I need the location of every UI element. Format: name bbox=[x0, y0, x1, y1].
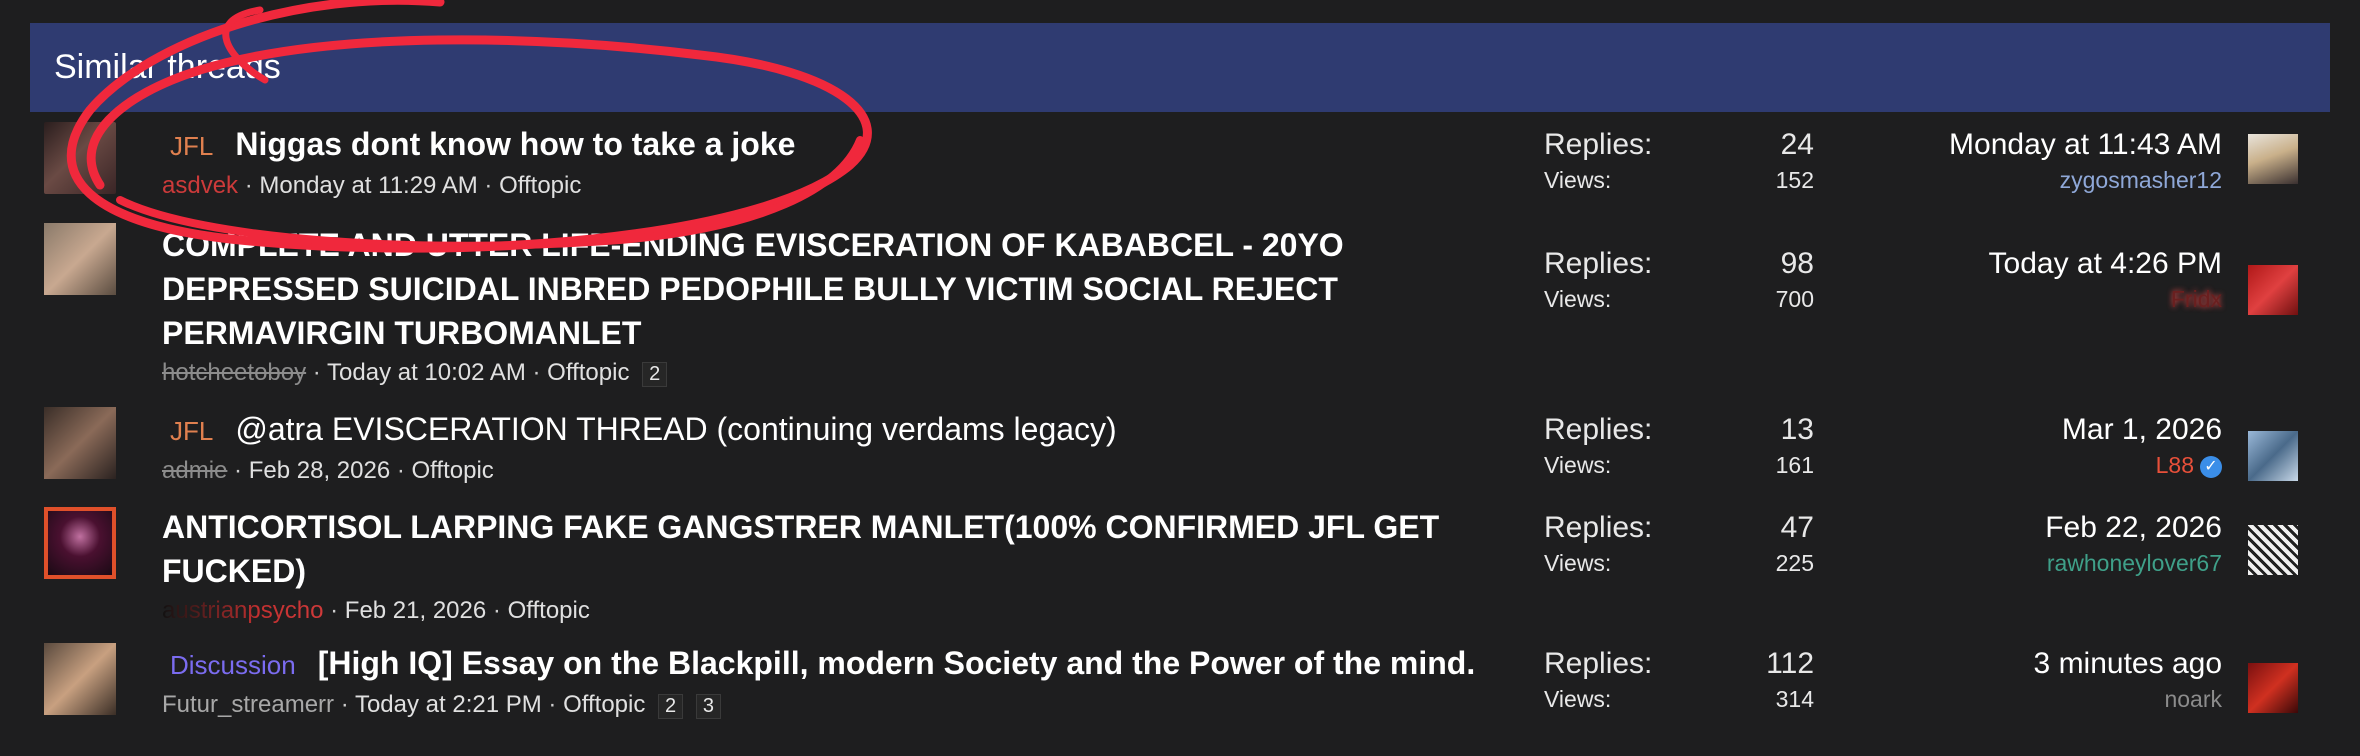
thread-start-date[interactable]: Today at 10:02 AM bbox=[327, 359, 526, 386]
replies-count: 47 bbox=[1780, 511, 1814, 544]
latest-post-user[interactable]: zygosmasher12 bbox=[1949, 164, 2222, 196]
latest-post-user[interactable]: rawhoneylover67 bbox=[2045, 547, 2222, 579]
similar-threads-block: Similar threads JFL Niggas dont know how … bbox=[30, 23, 2330, 719]
thread-row: ANTICORTISOL LARPING FAKE GANGSTRER MANL… bbox=[30, 505, 2330, 635]
latest-post: Today at 4:26 PM Fridx bbox=[1989, 245, 2222, 315]
thread-meta: hotcheetoboy · Today at 10:02 AM · Offto… bbox=[162, 359, 1344, 387]
thread-forum[interactable]: Offtopic bbox=[563, 691, 645, 718]
thread-stats: Replies: 47 Views: 225 bbox=[1544, 509, 1814, 579]
views-count: 314 bbox=[1775, 686, 1814, 712]
replies-label: Replies: bbox=[1544, 511, 1653, 544]
thread-stats: Replies: 98 Views: 700 bbox=[1544, 245, 1814, 315]
thread-start-date[interactable]: Feb 28, 2026 bbox=[249, 457, 390, 484]
thread-author[interactable]: hotcheetoboy bbox=[162, 359, 306, 386]
latest-post-date[interactable]: Today at 4:26 PM bbox=[1989, 245, 2222, 283]
thread-title-link[interactable]: Niggas dont know how to take a joke bbox=[235, 126, 795, 162]
views-count: 700 bbox=[1775, 286, 1814, 312]
thread-meta: asdvek · Monday at 11:29 AM · Offtopic bbox=[162, 172, 582, 199]
thread-title-line: JFL Niggas dont know how to take a joke bbox=[162, 122, 795, 168]
replies-count: 98 bbox=[1780, 247, 1814, 280]
views-count: 152 bbox=[1775, 167, 1814, 193]
latest-poster-avatar[interactable] bbox=[2248, 525, 2298, 575]
thread-author[interactable]: austrianpsycho bbox=[162, 597, 323, 624]
verified-check-icon: ✓ bbox=[2200, 455, 2222, 478]
latest-post-user-wrap: L88 ✓ bbox=[2062, 449, 2222, 481]
page-link[interactable]: 3 bbox=[695, 694, 721, 719]
latest-post: Feb 22, 2026 rawhoneylover67 bbox=[2045, 509, 2222, 579]
latest-post: Monday at 11:43 AM zygosmasher12 bbox=[1949, 126, 2222, 196]
replies-label: Replies: bbox=[1544, 647, 1653, 680]
avatar[interactable] bbox=[44, 223, 116, 295]
thread-forum[interactable]: Offtopic bbox=[547, 359, 629, 386]
views-count: 161 bbox=[1775, 452, 1814, 478]
page-link[interactable]: 2 bbox=[658, 694, 684, 719]
thread-author[interactable]: Futur_streamerr bbox=[162, 691, 334, 718]
thread-prefix[interactable]: JFL bbox=[162, 131, 221, 161]
replies-label: Replies: bbox=[1544, 247, 1653, 280]
thread-prefix[interactable]: Discussion bbox=[162, 650, 304, 680]
latest-post: Mar 1, 2026 L88 ✓ bbox=[2062, 411, 2222, 481]
thread-title-link[interactable]: @atra EVISCERATION THREAD (continuing ve… bbox=[235, 411, 1116, 447]
thread-forum[interactable]: Offtopic bbox=[412, 457, 494, 484]
thread-meta: Futur_streamerr · Today at 2:21 PM · Off… bbox=[162, 691, 1475, 719]
views-label: Views: bbox=[1544, 452, 1612, 478]
thread-meta: admie · Feb 28, 2026 · Offtopic bbox=[162, 457, 494, 484]
latest-post-date[interactable]: Feb 22, 2026 bbox=[2045, 509, 2222, 547]
avatar[interactable] bbox=[44, 122, 116, 194]
latest-post: 3 minutes ago noark bbox=[2034, 645, 2222, 715]
thread-start-date[interactable]: Feb 21, 2026 bbox=[345, 597, 486, 624]
thread-stats: Replies: 13 Views: 161 bbox=[1544, 411, 1814, 481]
replies-count: 13 bbox=[1780, 413, 1814, 446]
latest-poster-avatar[interactable] bbox=[2248, 134, 2298, 184]
thread-title-link[interactable]: COMPLETE AND UTTER LIFE-ENDING EVISCERAT… bbox=[162, 223, 1344, 355]
block-title: Similar threads bbox=[54, 48, 281, 86]
thread-forum[interactable]: Offtopic bbox=[508, 597, 590, 624]
page-link[interactable]: 2 bbox=[642, 362, 668, 387]
thread-author[interactable]: asdvek bbox=[162, 172, 238, 199]
thread-title-link[interactable]: ANTICORTISOL LARPING FAKE GANGSTRER MANL… bbox=[162, 505, 1439, 593]
latest-poster-avatar[interactable] bbox=[2248, 663, 2298, 713]
avatar[interactable] bbox=[44, 643, 116, 715]
views-label: Views: bbox=[1544, 686, 1612, 712]
views-label: Views: bbox=[1544, 286, 1612, 312]
avatar[interactable] bbox=[44, 407, 116, 479]
views-label: Views: bbox=[1544, 550, 1612, 576]
latest-post-date[interactable]: Monday at 11:43 AM bbox=[1949, 126, 2222, 164]
thread-row: JFL Niggas dont know how to take a joke a… bbox=[30, 112, 2330, 207]
latest-post-user[interactable]: L88 bbox=[2156, 452, 2194, 478]
replies-label: Replies: bbox=[1544, 128, 1653, 161]
replies-count: 112 bbox=[1766, 647, 1814, 680]
avatar[interactable] bbox=[44, 507, 116, 579]
latest-poster-avatar[interactable] bbox=[2248, 431, 2298, 481]
latest-post-date[interactable]: 3 minutes ago bbox=[2034, 645, 2222, 683]
latest-post-user[interactable]: noark bbox=[2034, 683, 2222, 715]
thread-title-line: JFL @atra EVISCERATION THREAD (continuing… bbox=[162, 407, 1117, 453]
thread-row: JFL @atra EVISCERATION THREAD (continuing… bbox=[30, 407, 2330, 502]
latest-post-date[interactable]: Mar 1, 2026 bbox=[2062, 411, 2222, 449]
thread-forum[interactable]: Offtopic bbox=[499, 172, 581, 199]
views-count: 225 bbox=[1775, 550, 1814, 576]
replies-count: 24 bbox=[1780, 128, 1814, 161]
thread-start-date[interactable]: Today at 2:21 PM bbox=[355, 691, 542, 718]
thread-start-date[interactable]: Monday at 11:29 AM bbox=[259, 172, 477, 199]
thread-meta: austrianpsycho · Feb 21, 2026 · Offtopic bbox=[162, 597, 590, 624]
thread-stats: Replies: 112 Views: 314 bbox=[1544, 645, 1814, 715]
latest-poster-avatar[interactable] bbox=[2248, 265, 2298, 315]
thread-author[interactable]: admie bbox=[162, 457, 227, 484]
thread-row: COMPLETE AND UTTER LIFE-ENDING EVISCERAT… bbox=[30, 223, 2330, 403]
latest-post-user[interactable]: Fridx bbox=[1989, 283, 2222, 315]
thread-prefix[interactable]: JFL bbox=[162, 416, 221, 446]
thread-row: Discussion [High IQ] Essay on the Blackpi… bbox=[30, 641, 2330, 751]
views-label: Views: bbox=[1544, 167, 1612, 193]
thread-title-line: Discussion [High IQ] Essay on the Blackpi… bbox=[162, 641, 1475, 687]
thread-stats: Replies: 24 Views: 152 bbox=[1544, 126, 1814, 196]
thread-title-link[interactable]: [High IQ] Essay on the Blackpill, modern… bbox=[318, 645, 1476, 681]
block-header: Similar threads bbox=[30, 23, 2330, 112]
replies-label: Replies: bbox=[1544, 413, 1653, 446]
